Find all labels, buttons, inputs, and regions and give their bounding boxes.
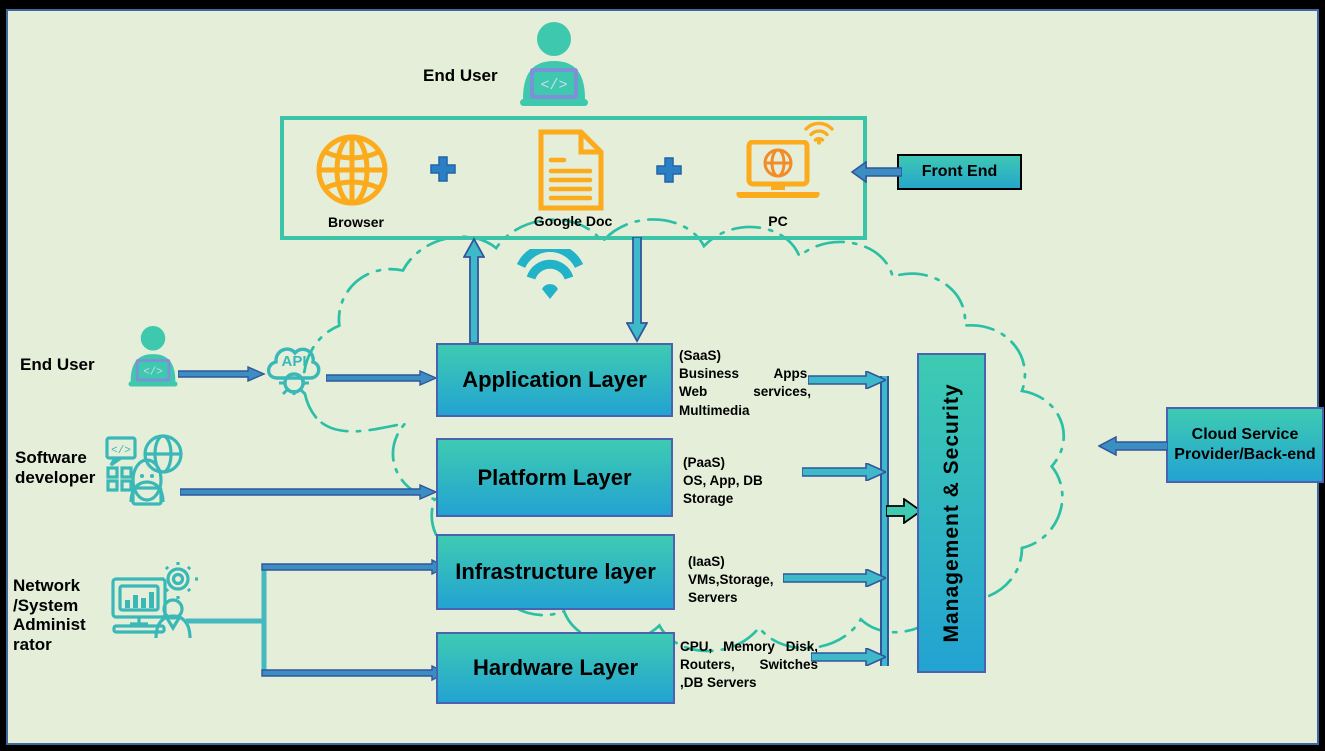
front-end-item-label-google-doc: Google Doc	[533, 213, 613, 229]
top-black-bar	[0, 0, 1325, 9]
management-security-box[interactable]: Management & Security	[917, 353, 986, 673]
svg-text:</>: </>	[540, 77, 567, 94]
paas-body: OS, App, DB Storage	[683, 473, 763, 507]
network-admin-label: Network /System Administ rator	[13, 576, 86, 654]
laptop-globe-icon	[736, 140, 820, 199]
svg-text:</>: </>	[143, 366, 162, 378]
infrastructure-layer-box[interactable]: Infrastructure layer	[436, 534, 675, 610]
saas-tag: (SaaS)	[679, 348, 722, 363]
hardware-body: CPU, Memory Disk, Routers, Switches ,DB …	[680, 639, 818, 691]
wifi-icon	[516, 249, 584, 299]
arrow-up-to-frontend	[463, 237, 485, 343]
wifi-icon	[804, 121, 834, 145]
diagram-canvas: End User </> Browser Google Doc PC Front…	[6, 9, 1324, 745]
plus-icon	[430, 156, 456, 182]
management-security-label: Management & Security	[939, 383, 963, 643]
plus-icon	[656, 157, 682, 183]
user-laptop-icon: </>	[520, 22, 588, 106]
saas-note: (SaaS) Business Apps, Web services, Mult…	[679, 347, 811, 420]
arrow-enduser-to-api	[178, 366, 266, 382]
cloud-service-provider-box[interactable]: Cloud Service Provider/Back-end	[1166, 407, 1324, 483]
front-end-item-label-browser: Browser	[327, 214, 385, 230]
svg-text:</>: </>	[111, 445, 131, 457]
api-icon: API	[266, 347, 321, 396]
front-end-badge[interactable]: Front End	[897, 154, 1022, 190]
saas-body: Business Apps, Web services, Multimedia	[679, 366, 811, 418]
arrow-infrastructure-to-bus	[783, 569, 886, 587]
user-laptop-icon: </>	[128, 326, 178, 387]
api-label: API	[281, 353, 306, 370]
end-user-top-label: End User	[423, 66, 498, 85]
end-user-mid-label: End User	[20, 355, 95, 374]
application-layer-box[interactable]: Application Layer	[436, 343, 673, 417]
developer-icon: </>	[105, 434, 183, 506]
hardware-note: CPU, Memory Disk, Routers, Switches ,DB …	[680, 638, 818, 693]
diagram-stage: End User </> Browser Google Doc PC Front…	[0, 0, 1325, 751]
arrow-hardware-to-bus	[811, 648, 886, 666]
paas-note: (PaaS) OS, App, DB Storage	[683, 454, 811, 509]
arrow-application-to-bus	[808, 371, 886, 389]
arrow-developer-to-platform	[180, 484, 438, 500]
front-end-item-label-pc: PC	[768, 213, 788, 229]
arrow-down-to-application	[626, 237, 648, 343]
hardware-layer-box[interactable]: Hardware Layer	[436, 632, 675, 704]
arrow-platform-to-bus	[802, 463, 886, 481]
platform-layer-box[interactable]: Platform Layer	[436, 438, 673, 517]
paas-tag: (PaaS)	[683, 455, 726, 470]
document-icon	[538, 129, 604, 211]
arrow-provider-to-management	[1098, 436, 1168, 456]
globe-icon	[316, 134, 388, 206]
arrow-api-to-application	[326, 370, 438, 386]
admin-bracket-connector	[186, 559, 448, 682]
arrow-frontend-to-panel	[850, 161, 902, 183]
